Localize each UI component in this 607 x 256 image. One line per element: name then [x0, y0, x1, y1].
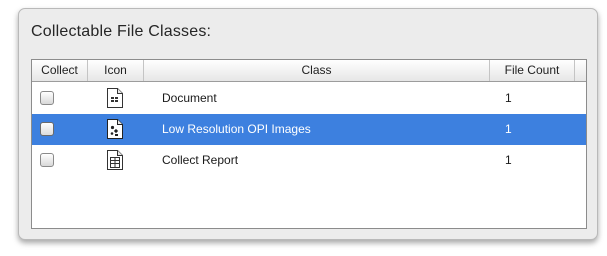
- column-header-spacer: [575, 60, 586, 81]
- file-classes-table: Collect Icon Class File Count Document 1: [31, 59, 587, 229]
- file-count: 1: [505, 91, 512, 105]
- column-header-class[interactable]: Class: [144, 60, 490, 81]
- collect-checkbox[interactable]: [40, 122, 54, 136]
- column-header-icon[interactable]: Icon: [88, 60, 144, 81]
- table-row[interactable]: Low Resolution OPI Images 1: [32, 114, 586, 145]
- file-count: 1: [505, 122, 512, 136]
- collect-checkbox[interactable]: [40, 153, 54, 167]
- image-document-icon: [106, 118, 124, 145]
- column-header-file-count[interactable]: File Count: [490, 60, 575, 81]
- table-header: Collect Icon Class File Count: [32, 60, 586, 82]
- class-name: Collect Report: [162, 153, 239, 167]
- document-icon: [106, 87, 124, 114]
- class-name: Document: [162, 91, 217, 105]
- class-name: Low Resolution OPI Images: [162, 122, 311, 136]
- table-row[interactable]: Document 1: [32, 83, 586, 114]
- report-document-icon: [106, 149, 124, 176]
- collect-checkbox[interactable]: [40, 91, 54, 105]
- panel-title: Collectable File Classes:: [31, 23, 212, 40]
- file-count: 1: [505, 153, 512, 167]
- column-header-collect[interactable]: Collect: [32, 60, 88, 81]
- collectable-file-classes-panel: Collectable File Classes: Collect Icon C…: [18, 8, 598, 240]
- table-row[interactable]: Collect Report 1: [32, 145, 586, 176]
